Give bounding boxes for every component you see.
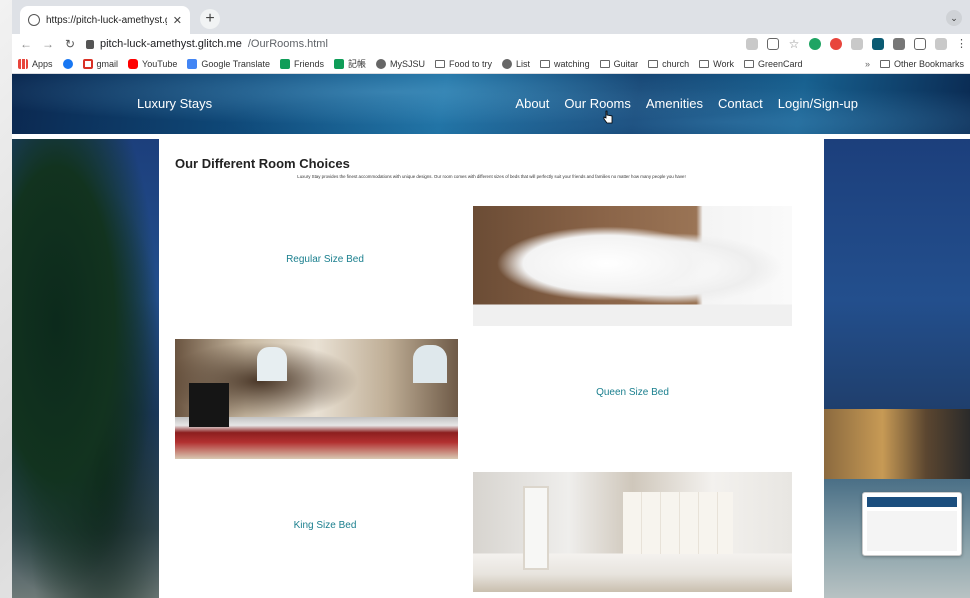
bookmark-church[interactable]: church bbox=[648, 59, 689, 69]
lock-icon bbox=[86, 39, 94, 49]
bookmark-work[interactable]: Work bbox=[699, 59, 734, 69]
plus-square-icon bbox=[333, 58, 344, 69]
tab-our-rooms[interactable]: https://pitch-luck-amethyst.gl ✕ bbox=[20, 6, 190, 34]
doorway-shape bbox=[523, 486, 549, 570]
back-arrow-icon[interactable]: ← bbox=[20, 37, 32, 51]
screenshot-preview-thumbnail[interactable] bbox=[862, 492, 962, 556]
url-path: /OurRooms.html bbox=[247, 38, 328, 50]
apps-grid-icon bbox=[18, 58, 28, 69]
facebook-icon bbox=[62, 58, 73, 69]
bookmark-gmail[interactable]: gmail bbox=[82, 58, 118, 69]
site-navbar: Luxury Stays About Our Rooms Amenities C… bbox=[12, 74, 970, 134]
forward-arrow-icon[interactable]: → bbox=[42, 37, 54, 51]
room-label-regular: Regular Size Bed bbox=[286, 254, 364, 265]
bookmark-facebook[interactable] bbox=[62, 58, 73, 69]
easel-shape bbox=[189, 383, 229, 427]
window-shape bbox=[257, 347, 287, 381]
tab-search-chevron-icon[interactable]: ⌄ bbox=[946, 10, 962, 26]
bookmark-youtube[interactable]: YouTube bbox=[128, 58, 177, 69]
folder-icon bbox=[699, 59, 710, 68]
room-label-queen: Queen Size Bed bbox=[596, 387, 669, 398]
window-shape bbox=[413, 345, 447, 383]
address-bar[interactable]: pitch-luck-amethyst.glitch.me/OurRooms.h… bbox=[86, 38, 328, 50]
extension-icon[interactable] bbox=[851, 38, 863, 50]
reload-icon[interactable]: ↻ bbox=[64, 37, 76, 51]
page-title: Our Different Room Choices bbox=[175, 156, 350, 171]
tab-close-icon[interactable]: ✕ bbox=[173, 14, 182, 27]
new-tab-button[interactable]: + bbox=[200, 9, 220, 29]
folder-icon bbox=[743, 59, 754, 68]
site-brand[interactable]: Luxury Stays bbox=[137, 96, 212, 111]
headboard-shape bbox=[623, 492, 733, 554]
bookmarks-right: » Other Bookmarks bbox=[865, 59, 964, 69]
site-nav-links: About Our Rooms Amenities Contact Login/… bbox=[515, 96, 858, 111]
globe-icon bbox=[375, 58, 386, 69]
puzzle-extensions-icon[interactable] bbox=[893, 38, 905, 50]
translate-page-icon[interactable] bbox=[746, 38, 758, 50]
nav-about[interactable]: About bbox=[515, 96, 549, 111]
palm-tree-silhouette bbox=[12, 139, 159, 598]
adblock-extension-icon[interactable] bbox=[830, 38, 842, 50]
side-panel-icon[interactable] bbox=[914, 38, 926, 50]
gmail-icon bbox=[82, 58, 93, 69]
room-label-king: King Size Bed bbox=[293, 520, 357, 531]
extension-icons: ☆ ⋮ bbox=[746, 37, 967, 51]
bookmark-food-to-try[interactable]: Food to try bbox=[435, 59, 492, 69]
extension-icon-2[interactable] bbox=[872, 38, 884, 50]
bookmark-list[interactable]: List bbox=[502, 58, 530, 69]
rooms-intro-text: Luxury Stay provides the finest accommod… bbox=[297, 174, 686, 179]
browser-menu-icon[interactable]: ⋮ bbox=[956, 38, 967, 50]
bookmarks-overflow-button[interactable]: » bbox=[865, 59, 870, 69]
bookmark-other[interactable]: Other Bookmarks bbox=[879, 59, 964, 69]
bookmark-guitar[interactable]: Guitar bbox=[599, 59, 638, 69]
bookmark-google-translate[interactable]: Google Translate bbox=[187, 58, 270, 69]
youtube-icon bbox=[128, 58, 139, 69]
bookmark-apps[interactable]: Apps bbox=[18, 58, 53, 69]
folder-icon bbox=[879, 59, 890, 68]
rooms-content-panel: Our Different Room Choices Luxury Stay p… bbox=[159, 139, 824, 598]
resort-terrace-scene bbox=[824, 409, 970, 479]
web-page: Luxury Stays About Our Rooms Amenities C… bbox=[12, 74, 970, 598]
thumbnail-header bbox=[867, 497, 957, 507]
site-globe-icon bbox=[28, 14, 40, 26]
room-image-regular bbox=[473, 206, 792, 326]
bookmark-star-icon[interactable]: ☆ bbox=[788, 37, 800, 51]
folder-icon bbox=[599, 59, 610, 68]
nav-our-rooms[interactable]: Our Rooms bbox=[564, 96, 630, 111]
nav-amenities[interactable]: Amenities bbox=[646, 96, 703, 111]
room-image-king bbox=[473, 472, 792, 592]
browser-window: https://pitch-luck-amethyst.gl ✕ + ⌄ ← →… bbox=[12, 0, 970, 598]
bookmark-ledger[interactable]: 記帳 bbox=[333, 57, 366, 70]
tab-title: https://pitch-luck-amethyst.gl bbox=[46, 14, 167, 26]
room-image-queen bbox=[175, 339, 458, 459]
bookmark-mysjsu[interactable]: MySJSU bbox=[375, 58, 425, 69]
browser-toolbar: ← → ↻ pitch-luck-amethyst.glitch.me/OurR… bbox=[12, 34, 970, 54]
hand-cursor-icon bbox=[603, 110, 613, 124]
google-translate-icon bbox=[187, 58, 198, 69]
bookmarks-bar: Apps gmail YouTube Google Translate Frie… bbox=[12, 54, 970, 74]
plus-square-icon bbox=[279, 58, 290, 69]
grammarly-extension-icon[interactable] bbox=[809, 38, 821, 50]
tab-strip: https://pitch-luck-amethyst.gl ✕ + ⌄ bbox=[12, 0, 970, 34]
share-icon[interactable] bbox=[767, 38, 779, 50]
profile-avatar-icon[interactable] bbox=[935, 38, 947, 50]
globe-icon bbox=[502, 58, 513, 69]
thumbnail-body bbox=[867, 511, 957, 551]
folder-icon bbox=[648, 59, 659, 68]
bookmark-watching[interactable]: watching bbox=[540, 59, 590, 69]
folder-icon bbox=[540, 59, 551, 68]
nav-contact[interactable]: Contact bbox=[718, 96, 763, 111]
bookmark-greencard[interactable]: GreenCard bbox=[743, 59, 802, 69]
nav-login-signup[interactable]: Login/Sign-up bbox=[778, 96, 858, 111]
bookmark-friends[interactable]: Friends bbox=[279, 58, 324, 69]
folder-icon bbox=[435, 59, 445, 68]
url-host: pitch-luck-amethyst.glitch.me bbox=[100, 38, 242, 50]
